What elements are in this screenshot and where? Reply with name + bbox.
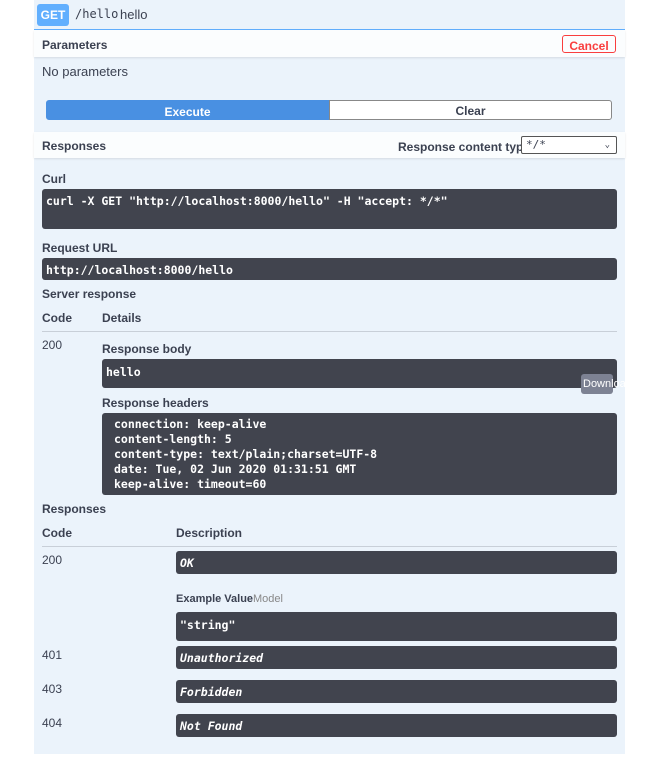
response-description-404: Not Found <box>176 714 617 737</box>
http-method-badge: GET <box>37 4 69 26</box>
operation-path: /hello <box>75 7 119 21</box>
parameters-title: Parameters <box>42 38 108 52</box>
response-body-label: Response body <box>102 342 192 356</box>
no-parameters-text: No parameters <box>42 64 128 79</box>
request-url-label: Request URL <box>42 241 118 255</box>
clear-button[interactable]: Clear <box>329 100 612 120</box>
response-code-404: 404 <box>42 716 63 730</box>
response-header-line: connection: keep-alive <box>114 417 267 431</box>
responses-header: Responses Response content type */* ⌄ <box>34 132 625 158</box>
response-header-line: date: Tue, 02 Jun 2020 01:31:51 GMT <box>114 462 357 476</box>
server-response-label: Server response <box>42 287 137 301</box>
response-description-200: OK <box>176 551 617 574</box>
response-body-block[interactable]: hello <box>102 359 617 388</box>
model-tab[interactable]: Model <box>253 593 283 605</box>
response-header-line: content-type: text/plain;charset=UTF-8 <box>114 447 378 461</box>
request-url-block[interactable]: http://localhost:8000/hello <box>42 258 617 280</box>
curl-label: Curl <box>42 172 66 186</box>
responses-title: Responses <box>42 139 107 153</box>
response-status-code: 200 <box>42 338 63 352</box>
chevron-down-icon: ⌄ <box>604 140 610 150</box>
response-description-403: Forbidden <box>176 680 617 703</box>
response-code-401: 401 <box>42 648 63 662</box>
download-button[interactable]: Download <box>581 374 632 394</box>
response-description-text: Forbidden <box>180 685 243 699</box>
request-url: http://localhost:8000/hello <box>46 263 233 277</box>
documented-description-header: Description <box>176 526 243 540</box>
documented-responses-title: Responses <box>42 502 107 516</box>
example-value-tab[interactable]: Example Value <box>176 593 253 605</box>
selected-content-type: */* <box>526 138 546 151</box>
download-label: Download <box>583 378 632 390</box>
server-details-header: Details <box>102 311 142 325</box>
response-headers-block[interactable]: connection: keep-alive content-length: 5… <box>102 413 617 495</box>
response-description-text: Not Found <box>180 719 243 733</box>
operation-description: hello <box>120 7 148 22</box>
operation-block: GET /hello hello Parameters Cancel No pa… <box>34 0 632 754</box>
example-value: "string" <box>180 618 236 632</box>
response-description-401: Unauthorized <box>176 646 617 669</box>
response-description-text: Unauthorized <box>180 651 264 665</box>
response-code-200: 200 <box>42 553 63 567</box>
response-code-403: 403 <box>42 682 63 696</box>
documented-code-header: Code <box>42 526 72 540</box>
response-header-line: keep-alive: timeout=60 <box>114 477 267 491</box>
response-body-value: hello <box>106 365 141 379</box>
cancel-button[interactable]: Cancel <box>562 35 616 53</box>
response-header-line: content-length: 5 <box>114 432 232 446</box>
response-description-text: OK <box>180 556 194 570</box>
server-table-divider <box>42 331 617 332</box>
server-code-header: Code <box>42 311 72 325</box>
parameters-header: Parameters Cancel <box>34 30 625 57</box>
execute-button[interactable]: Execute <box>46 100 329 120</box>
example-value-block[interactable]: "string" <box>176 612 617 641</box>
curl-command: curl -X GET "http://localhost:8000/hello… <box>46 194 448 208</box>
documented-table-divider <box>42 546 617 547</box>
response-content-type-label: Response content type <box>398 140 531 154</box>
response-headers-label: Response headers <box>102 396 209 410</box>
execute-wrapper: Execute Clear <box>46 100 612 120</box>
response-content-type-select[interactable]: */* ⌄ <box>521 136 617 154</box>
curl-command-block[interactable]: curl -X GET "http://localhost:8000/hello… <box>42 189 617 229</box>
operation-summary[interactable]: GET /hello hello <box>34 0 625 30</box>
